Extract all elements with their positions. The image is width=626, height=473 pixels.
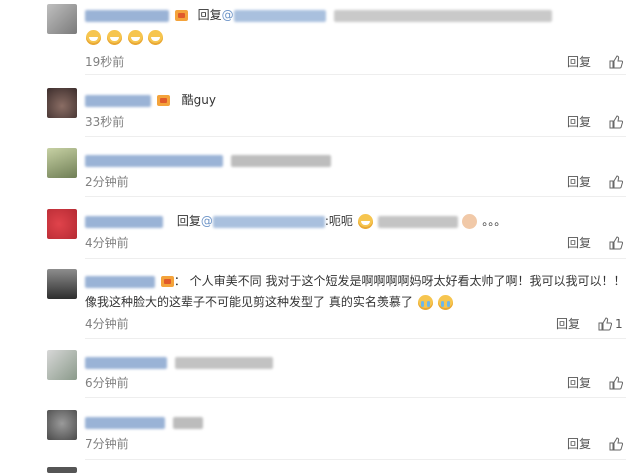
mention-prefix[interactable]: @ [222, 8, 234, 22]
emoji-icon [357, 214, 373, 229]
username[interactable] [85, 275, 155, 288]
avatar[interactable] [47, 148, 77, 178]
username[interactable] [85, 356, 167, 369]
avatar[interactable] [47, 88, 77, 118]
thumbs-up-icon[interactable] [609, 236, 623, 250]
emoji-icon [462, 214, 478, 229]
avatar[interactable] [47, 467, 77, 473]
comment-time: 2分钟前 [85, 175, 129, 189]
comment-text-blurred [172, 416, 203, 429]
comment-time: 7分钟前 [85, 437, 129, 451]
comment-text: 像我这种脸大的这辈子不可能见剪这种发型了 真的实名羡慕了 [85, 295, 413, 309]
avatar[interactable] [47, 350, 77, 380]
comment-text-blurred [377, 215, 458, 228]
comment-line: ： 个人审美不同 我对于这个短发是啊啊啊啊妈呀太好看太帅了啊！我可以我可以！！ [85, 272, 625, 290]
comment-line: 回复@ :呃呃 。。。 [85, 212, 506, 230]
emoji-row [85, 30, 164, 45]
thumbs-up-icon[interactable] [609, 175, 623, 189]
emoji-icon [86, 30, 101, 45]
comment-line [85, 353, 273, 371]
comment-time: 4分钟前 [85, 317, 129, 331]
username[interactable] [85, 94, 151, 107]
comment-text: ： 个人审美不同 我对于这个短发是啊啊啊啊妈呀太好看太帅了啊！我可以我可以！！ [173, 274, 626, 288]
avatar[interactable] [47, 410, 77, 440]
emoji-icon [148, 30, 164, 45]
comment-ellipsis: 。。。 [482, 214, 507, 228]
reply-button[interactable]: 回复 [567, 235, 591, 251]
thumbs-up-icon[interactable] [598, 317, 612, 331]
reply-button[interactable]: 回复 [567, 54, 591, 70]
comment-separator [85, 196, 626, 197]
avatar[interactable] [47, 269, 77, 299]
comment-line: 酷guy [85, 91, 216, 109]
comment-text-blurred [230, 154, 331, 167]
thumbs-up-icon[interactable] [609, 115, 623, 129]
comment-time: 4分钟前 [85, 236, 129, 250]
comment-text: 酷guy [181, 93, 216, 107]
reply-prefix: 回复 [176, 214, 201, 228]
comment-time: 6分钟前 [85, 376, 129, 390]
comment-text: :呃呃 [324, 214, 353, 228]
vip-badge-icon [156, 95, 170, 106]
comment-line [85, 151, 331, 169]
comment-separator [85, 136, 626, 137]
thumbs-up-icon[interactable] [609, 376, 623, 390]
reply-prefix: 回复 [197, 8, 222, 22]
thumbs-up-icon[interactable] [609, 55, 623, 69]
reply-button[interactable]: 回复 [567, 114, 591, 130]
emoji-icon [127, 30, 143, 45]
comment-separator [85, 74, 626, 75]
username[interactable] [85, 215, 163, 228]
comment-separator [85, 397, 626, 398]
like-count: 1 [615, 317, 623, 331]
comment-text-blurred [333, 9, 552, 22]
mention-username[interactable] [233, 9, 326, 22]
avatar[interactable] [47, 4, 77, 34]
reply-button[interactable]: 回复 [567, 375, 591, 391]
comment-line: 回复@ [85, 6, 552, 24]
thumbs-up-icon[interactable] [609, 437, 623, 451]
username[interactable] [85, 9, 169, 22]
username[interactable] [85, 416, 165, 429]
comment-separator [85, 338, 626, 339]
crying-emoji-icon [417, 295, 433, 310]
comment-time: 19秒前 [85, 55, 125, 69]
vip-badge-icon [160, 276, 174, 287]
reply-button[interactable]: 回复 [567, 174, 591, 190]
vip-badge-icon [174, 10, 188, 21]
comment-line [85, 413, 203, 431]
reply-button[interactable]: 回复 [567, 436, 591, 452]
comment-time: 33秒前 [85, 115, 125, 129]
username[interactable] [85, 154, 223, 167]
emoji-icon [106, 30, 122, 45]
reply-button[interactable]: 回复 [556, 316, 580, 332]
mention-username[interactable] [212, 215, 325, 228]
crying-emoji-icon [438, 295, 454, 310]
comment-line-2: 像我这种脸大的这辈子不可能见剪这种发型了 真的实名羡慕了 [85, 293, 454, 311]
mention-prefix[interactable]: @ [201, 214, 213, 228]
comment-separator [85, 459, 626, 460]
avatar[interactable] [47, 209, 77, 239]
comment-text-blurred [174, 356, 273, 369]
comment-separator [85, 258, 626, 259]
